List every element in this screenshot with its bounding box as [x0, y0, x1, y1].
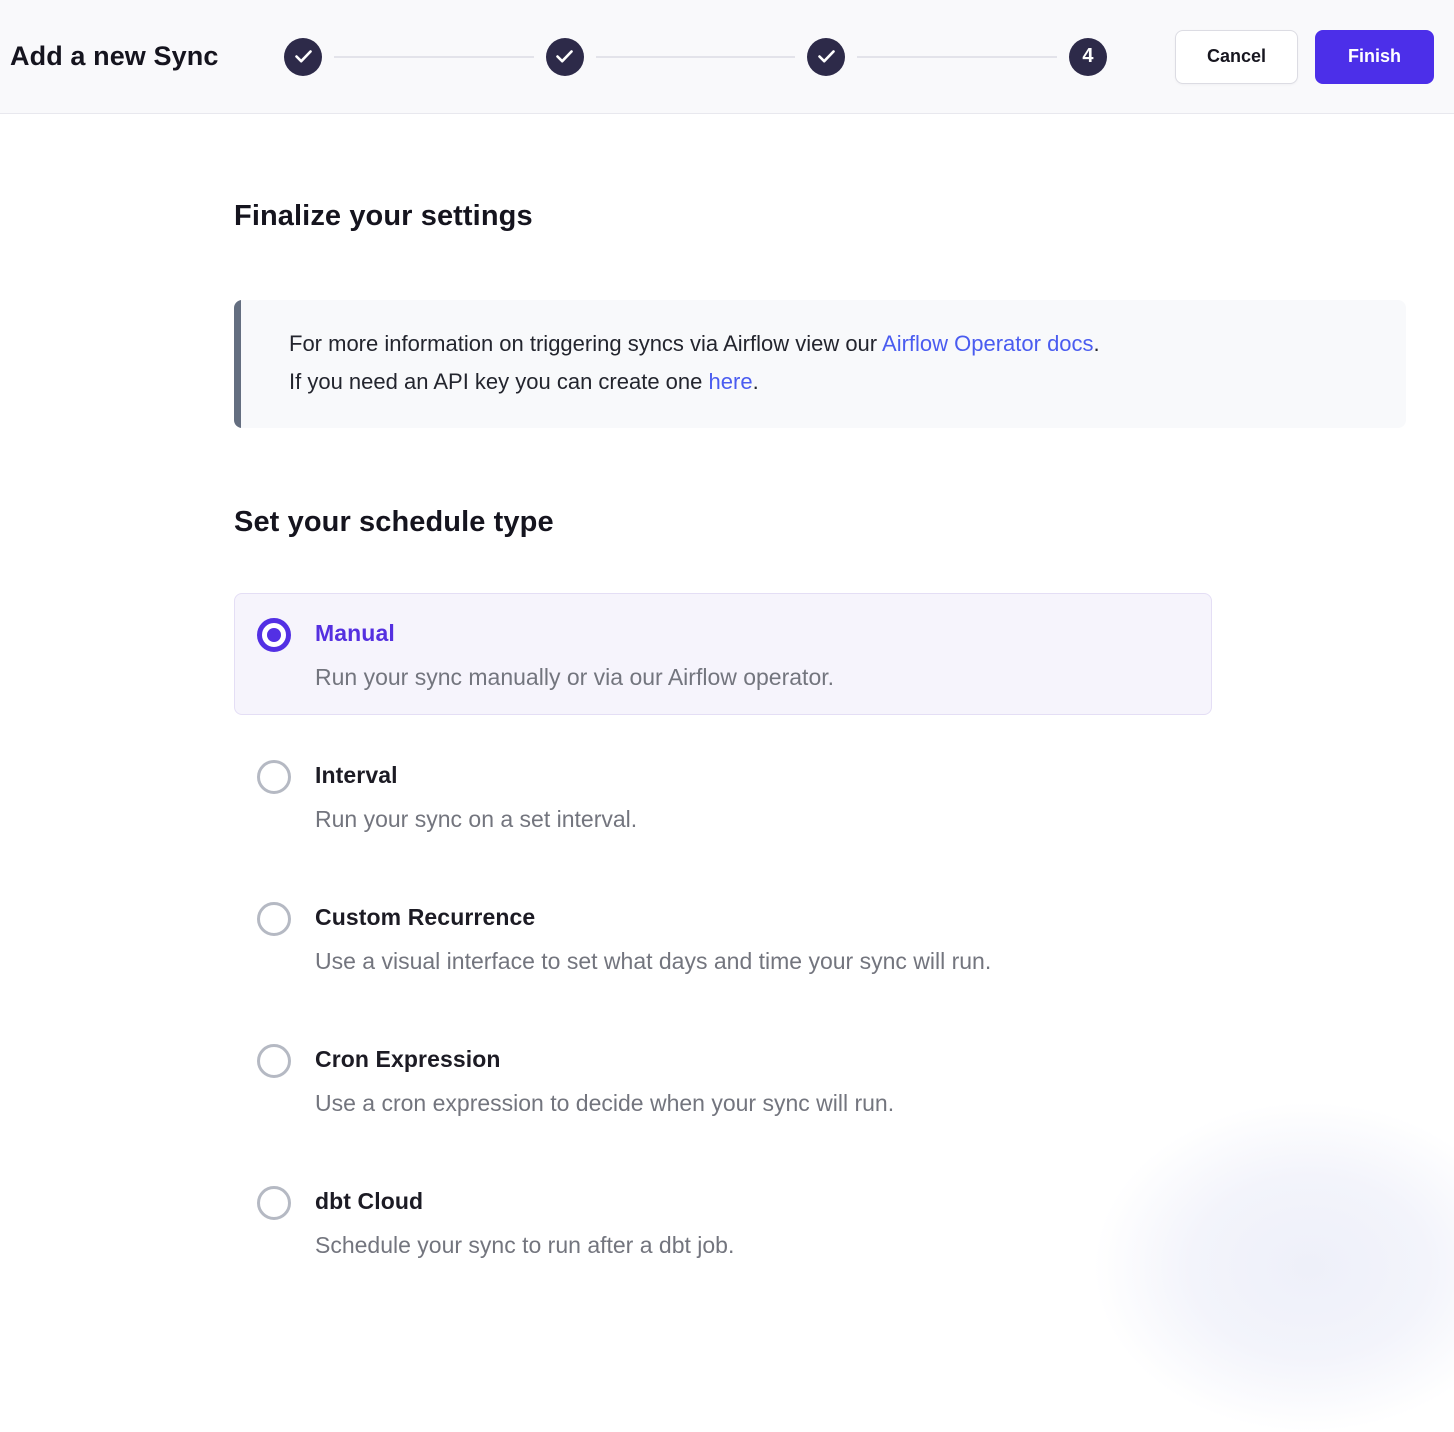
- step-3-complete[interactable]: [807, 38, 845, 76]
- option-dbt-cloud[interactable]: dbt Cloud Schedule your sync to run afte…: [234, 1161, 1212, 1283]
- option-dbt-cloud-label: dbt Cloud: [315, 1184, 734, 1218]
- step-1-complete[interactable]: [284, 38, 322, 76]
- option-manual-description: Run your sync manually or via our Airflo…: [315, 662, 834, 692]
- option-cron-expression-label: Cron Expression: [315, 1042, 894, 1076]
- step-connector: [857, 56, 1057, 58]
- main-content: Finalize your settings For more informat…: [0, 114, 1454, 1283]
- callout-text-2: If you need an API key you can create on…: [289, 369, 709, 394]
- finalize-heading: Finalize your settings: [234, 200, 1406, 233]
- radio-interval[interactable]: [257, 760, 291, 794]
- airflow-operator-docs-link[interactable]: Airflow Operator docs: [882, 331, 1094, 356]
- option-custom-recurrence[interactable]: Custom Recurrence Use a visual interface…: [234, 877, 1212, 999]
- check-icon: [295, 50, 312, 63]
- radio-manual-selected[interactable]: [257, 618, 291, 652]
- callout-period-1: .: [1094, 331, 1100, 356]
- wizard-stepper: 4: [284, 38, 1107, 76]
- step-connector: [596, 56, 796, 58]
- option-manual[interactable]: Manual Run your sync manually or via our…: [234, 593, 1212, 715]
- callout-accent-bar: [234, 300, 241, 428]
- cancel-button[interactable]: Cancel: [1175, 30, 1298, 84]
- callout-text-1: For more information on triggering syncs…: [289, 331, 882, 356]
- radio-custom-recurrence[interactable]: [257, 902, 291, 936]
- header-actions: Cancel Finish: [1175, 30, 1434, 84]
- option-interval-label: Interval: [315, 758, 637, 792]
- option-manual-label: Manual: [315, 616, 834, 650]
- callout-text: For more information on triggering syncs…: [241, 300, 1148, 428]
- option-cron-expression[interactable]: Cron Expression Use a cron expression to…: [234, 1019, 1212, 1141]
- step-4-number: 4: [1082, 45, 1093, 68]
- page-title: Add a new Sync: [10, 41, 218, 72]
- info-callout: For more information on triggering syncs…: [234, 300, 1406, 428]
- create-api-key-link[interactable]: here: [709, 369, 753, 394]
- radio-cron-expression[interactable]: [257, 1044, 291, 1078]
- wizard-header: Add a new Sync 4 Cancel Finish: [0, 0, 1454, 114]
- option-custom-recurrence-label: Custom Recurrence: [315, 900, 991, 934]
- step-2-complete[interactable]: [546, 38, 584, 76]
- step-4-current[interactable]: 4: [1069, 38, 1107, 76]
- schedule-type-heading: Set your schedule type: [234, 506, 1406, 539]
- check-icon: [556, 50, 573, 63]
- step-connector: [334, 56, 534, 58]
- check-icon: [818, 50, 835, 63]
- finish-button[interactable]: Finish: [1315, 30, 1434, 84]
- option-interval[interactable]: Interval Run your sync on a set interval…: [234, 735, 1212, 857]
- schedule-type-options: Manual Run your sync manually or via our…: [234, 593, 1212, 1283]
- option-dbt-cloud-description: Schedule your sync to run after a dbt jo…: [315, 1230, 734, 1260]
- callout-period-2: .: [753, 369, 759, 394]
- option-cron-expression-description: Use a cron expression to decide when you…: [315, 1088, 894, 1118]
- option-interval-description: Run your sync on a set interval.: [315, 804, 637, 834]
- radio-dot: [267, 628, 281, 642]
- radio-dbt-cloud[interactable]: [257, 1186, 291, 1220]
- option-custom-recurrence-description: Use a visual interface to set what days …: [315, 946, 991, 976]
